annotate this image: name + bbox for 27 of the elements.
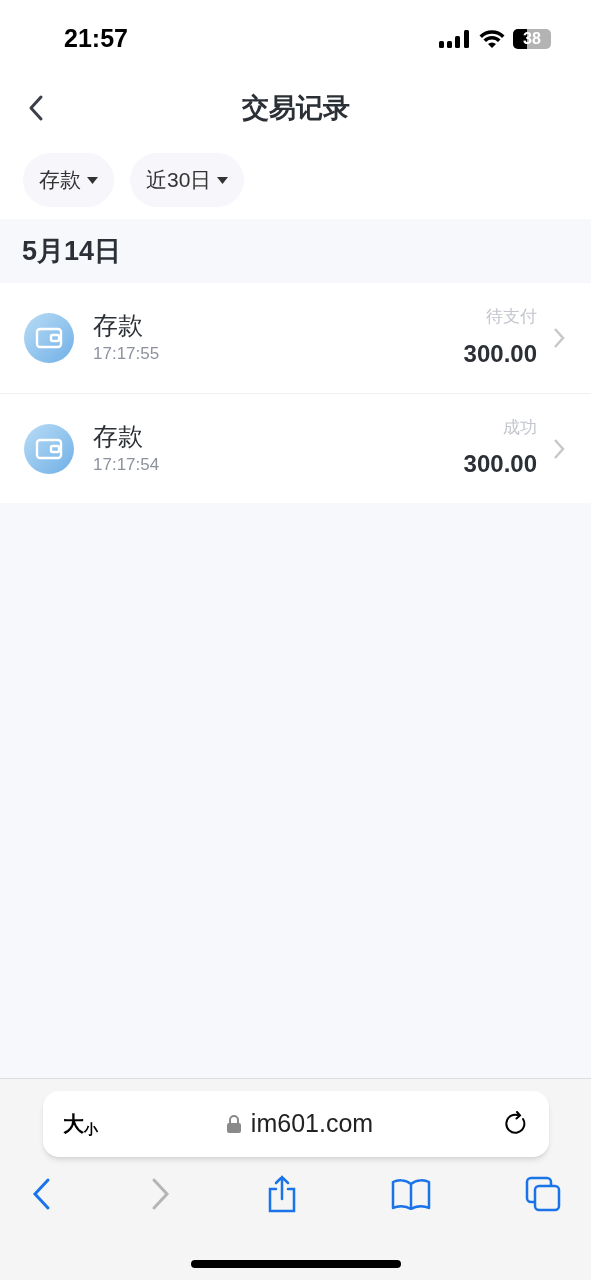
wallet-icon — [24, 423, 74, 474]
lock-icon — [226, 1115, 241, 1133]
transaction-row[interactable]: 存款 17:17:54 成功 300.00 — [0, 393, 591, 503]
wallet-icon — [24, 313, 74, 363]
filter-dropdown[interactable]: 存款 — [23, 153, 114, 207]
date-heading: 5月14日 — [22, 234, 122, 268]
caret-icon — [87, 176, 98, 184]
wifi-icon — [479, 29, 505, 49]
status-time: 21:57 — [64, 23, 128, 55]
chevron-icon — [553, 327, 565, 349]
url-text: im601.com — [250, 1108, 374, 1140]
transaction-time: 17:17:54 — [93, 453, 160, 476]
bookmarks-button[interactable] — [391, 1178, 432, 1210]
transaction-row[interactable]: 存款 17:17:55 待支付 300.00 — [0, 283, 591, 393]
transaction-time: 17:17:55 — [93, 343, 160, 366]
amount: 300.00 — [463, 449, 537, 480]
status-label: 待支付 — [486, 306, 537, 329]
signal-icon — [439, 29, 471, 49]
caret-icon — [217, 176, 229, 184]
transaction-title: 存款 — [93, 310, 144, 342]
filter-dropdown[interactable]: 近30日 — [130, 153, 245, 207]
status-label: 成功 — [503, 416, 537, 439]
amount: 300.00 — [463, 338, 537, 369]
transaction-title: 存款 — [93, 420, 144, 452]
page-title: 交易记录 — [241, 91, 350, 125]
chevron-icon — [553, 437, 565, 460]
tabs-button[interactable] — [525, 1176, 561, 1212]
